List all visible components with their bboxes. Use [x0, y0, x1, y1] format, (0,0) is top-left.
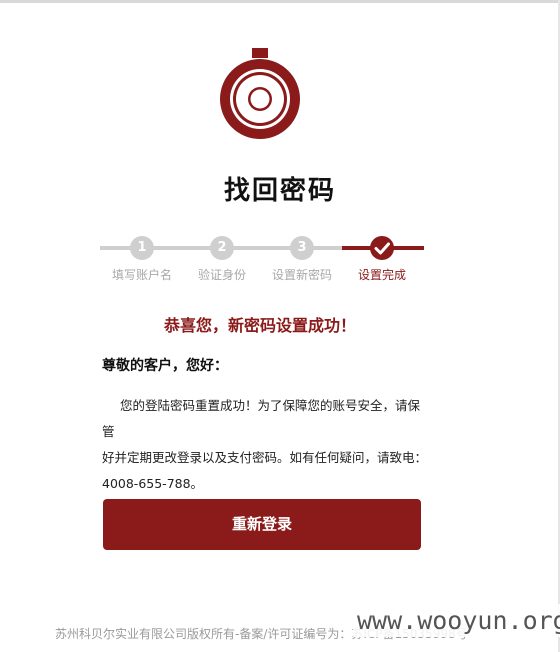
step-4-label: 设置完成 [357, 268, 406, 282]
step-4-check-icon [370, 236, 394, 260]
step-1-circle: 1 [130, 236, 154, 260]
brand-logo-icon [220, 48, 300, 139]
progress-steps: 1 2 3 填写账户名 验证身份 设置新密码 设置完成 [100, 236, 430, 286]
step-2-circle: 2 [210, 236, 234, 260]
message-line-2: 好并定期更改登录以及支付密码。如有任何疑问，请致电： [102, 450, 428, 465]
watermark: www.wooyun.org [353, 604, 560, 637]
relogin-button[interactable]: 重新登录 [103, 499, 421, 550]
greeting-text: 尊敬的客户，您好： [102, 358, 228, 374]
step-3-label: 设置新密码 [271, 268, 332, 282]
checkmark-icon [374, 242, 390, 255]
success-message: 恭喜您，新密码设置成功！ [163, 316, 356, 335]
step-1-label: 填写账户名 [111, 268, 172, 282]
top-border [0, 0, 560, 3]
message-body: 您的登陆密码重置成功！为了保障您的账号安全，请保管 好并定期更改登录以及支付密码… [102, 393, 428, 497]
step-2-label: 验证身份 [197, 268, 246, 282]
message-line-3: 4008-655-788。 [102, 476, 204, 491]
message-line-1: 您的登陆密码重置成功！为了保障您的账号安全，请保管 [102, 398, 421, 439]
page-title: 找回密码 [223, 176, 336, 206]
step-3-circle: 3 [290, 236, 314, 260]
